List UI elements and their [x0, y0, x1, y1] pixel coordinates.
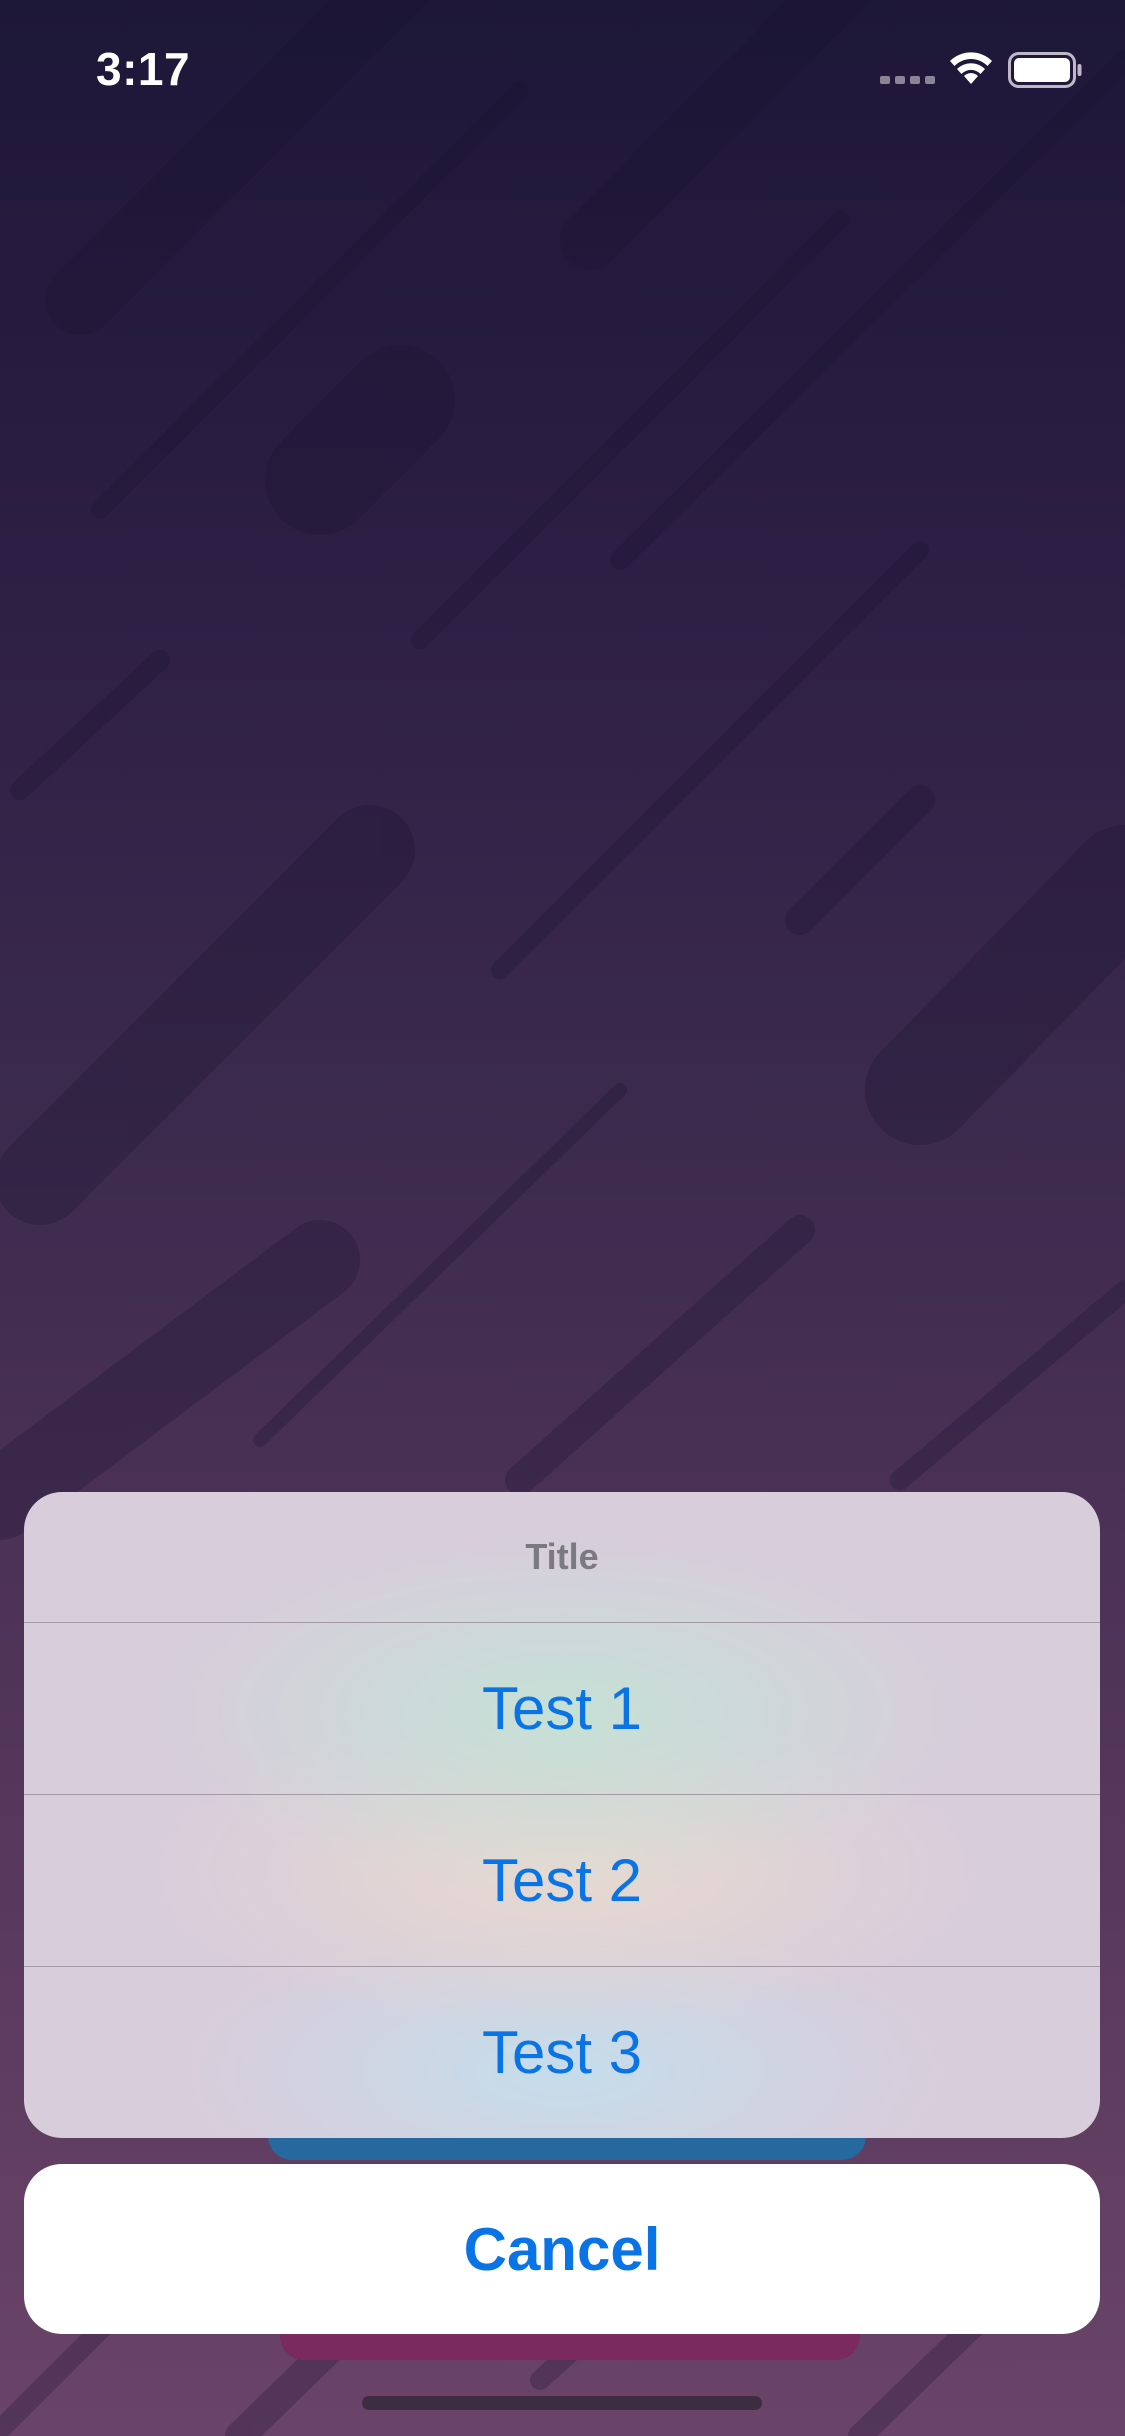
- action-sheet: Title Test 1 Test 2 Test 3: [24, 1492, 1100, 2138]
- cellular-signal-icon: [880, 76, 935, 84]
- status-bar: 3:17: [0, 0, 1125, 132]
- status-time: 3:17: [96, 43, 191, 95]
- wifi-icon: [950, 52, 992, 84]
- home-indicator[interactable]: [362, 2396, 762, 2410]
- action-test-3-button[interactable]: Test 3: [24, 1967, 1100, 2138]
- battery-icon: [1008, 52, 1082, 88]
- action-sheet-title: Title: [525, 1536, 599, 1577]
- action-test-1-button[interactable]: Test 1: [24, 1623, 1100, 1794]
- action-test-2-button[interactable]: Test 2: [24, 1795, 1100, 1966]
- cancel-button[interactable]: Cancel: [24, 2164, 1100, 2334]
